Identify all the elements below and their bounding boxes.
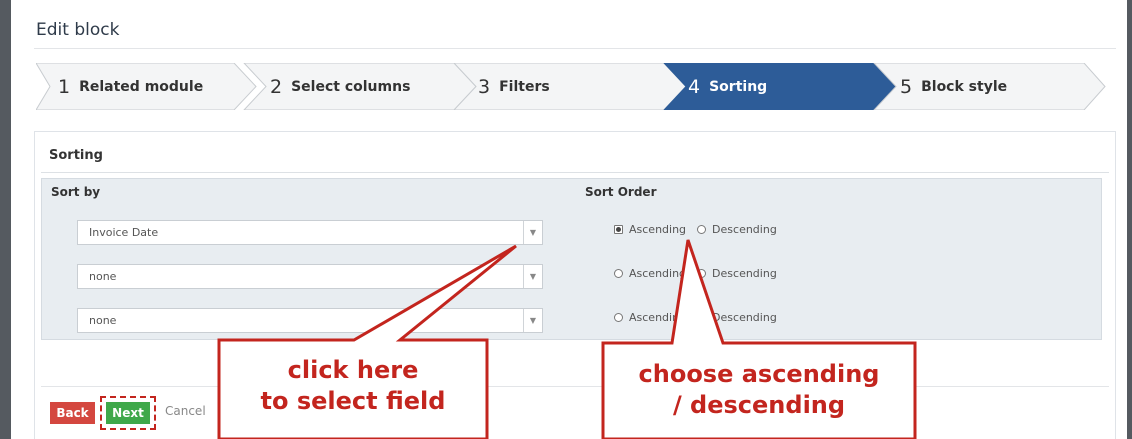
callout-select-field-text: click here to select field: [260, 356, 446, 415]
callout-sort-order-text: choose ascending / descending: [638, 360, 880, 419]
annotation-callouts: [217, 239, 917, 439]
